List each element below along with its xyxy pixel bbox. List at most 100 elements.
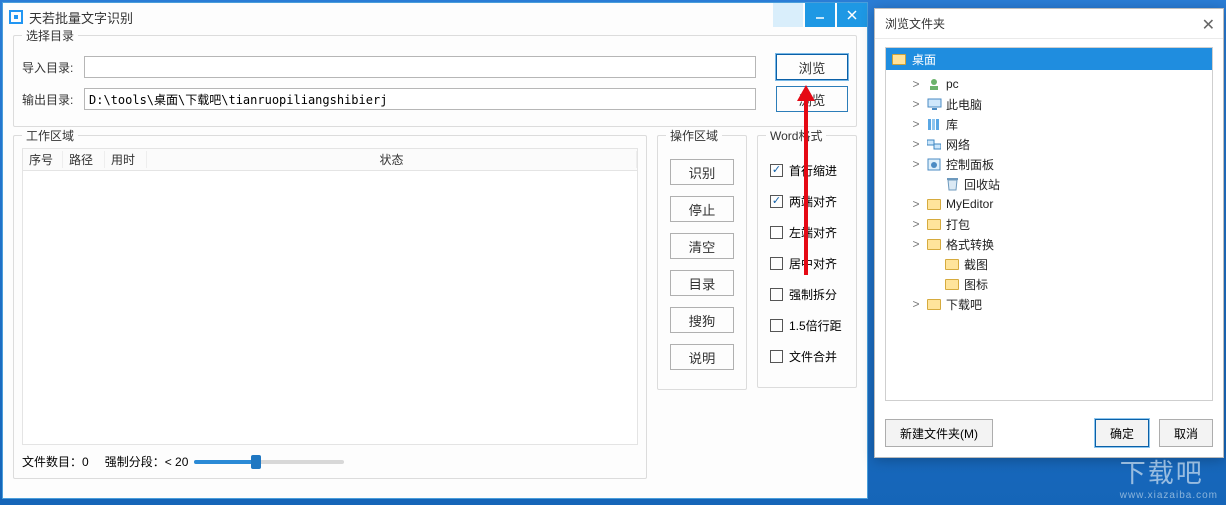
- op-btn-sogou[interactable]: 搜狗: [670, 307, 734, 333]
- window-spacer: [773, 3, 803, 27]
- import-dir-input[interactable]: [84, 56, 756, 78]
- op-legend: 操作区域: [666, 127, 722, 144]
- dialog-title: 浏览文件夹: [885, 15, 945, 32]
- tree-node[interactable]: > 下载吧: [886, 294, 1212, 314]
- word-option-0[interactable]: ✓首行缩进: [770, 162, 844, 179]
- tree-node[interactable]: 回收站: [886, 174, 1212, 194]
- network-icon: [926, 137, 942, 151]
- op-btn-dir[interactable]: 目录: [670, 270, 734, 296]
- browse-output-button[interactable]: 浏览: [776, 86, 848, 112]
- checkbox-icon[interactable]: ✓: [770, 164, 783, 177]
- folder-icon: [892, 54, 906, 65]
- cancel-button[interactable]: 取消: [1159, 419, 1213, 447]
- twisty-icon[interactable]: >: [910, 117, 922, 131]
- force-seg-slider[interactable]: [194, 460, 344, 464]
- tree-root-label: 桌面: [912, 51, 936, 68]
- word-group: Word格式 ✓首行缩进✓两端对齐左端对齐居中对齐强制拆分1.5倍行距文件合并: [757, 135, 857, 388]
- tree-node[interactable]: > 控制面板: [886, 154, 1212, 174]
- col-status[interactable]: 状态: [147, 151, 637, 168]
- word-legend: Word格式: [766, 127, 826, 144]
- browse-import-button[interactable]: 浏览: [776, 54, 848, 80]
- twisty-icon[interactable]: >: [910, 217, 922, 231]
- new-folder-button[interactable]: 新建文件夹(M): [885, 419, 993, 447]
- tree-node-label: 控制面板: [946, 156, 994, 173]
- tree-node[interactable]: 截图: [886, 254, 1212, 274]
- browse-dialog: 浏览文件夹 ✕ 桌面 >pc>此电脑>库>网络>控制面板回收站>MyEditor…: [874, 8, 1224, 458]
- folder-tree[interactable]: 桌面 >pc>此电脑>库>网络>控制面板回收站>MyEditor>打包>格式转换…: [885, 47, 1213, 401]
- file-count-label: 文件数目：0: [22, 453, 89, 470]
- title-bar: 天若批量文字识别: [3, 3, 867, 31]
- tree-node[interactable]: > 打包: [886, 214, 1212, 234]
- twisty-icon[interactable]: >: [910, 297, 922, 311]
- twisty-icon[interactable]: >: [910, 77, 922, 91]
- word-option-label: 左端对齐: [789, 224, 837, 241]
- col-path[interactable]: 路径: [63, 151, 105, 168]
- tree-node[interactable]: 图标: [886, 274, 1212, 294]
- force-seg-label: 强制分段：< 20: [105, 453, 189, 470]
- ok-button[interactable]: 确定: [1095, 419, 1149, 447]
- close-button[interactable]: [837, 3, 867, 27]
- tree-node-label: 格式转换: [946, 236, 994, 253]
- tree-node[interactable]: >库: [886, 114, 1212, 134]
- twisty-icon[interactable]: >: [910, 97, 922, 111]
- directory-legend: 选择目录: [22, 27, 78, 44]
- tree-node-label: 网络: [946, 136, 970, 153]
- col-time[interactable]: 用时: [105, 151, 147, 168]
- library-icon: [926, 117, 942, 131]
- tree-node-label: 此电脑: [946, 96, 982, 113]
- word-option-label: 文件合并: [789, 348, 837, 365]
- word-option-4[interactable]: 强制拆分: [770, 286, 844, 303]
- twisty-icon[interactable]: >: [910, 237, 922, 251]
- output-dir-label: 输出目录:: [22, 91, 84, 108]
- tree-node[interactable]: > 网络: [886, 134, 1212, 154]
- work-group: 工作区域 序号 路径 用时 状态 文件数目：0 强制分段：< 20: [13, 135, 647, 479]
- op-btn-clear[interactable]: 清空: [670, 233, 734, 259]
- checkbox-icon[interactable]: [770, 350, 783, 363]
- computer-icon: [926, 97, 942, 111]
- tree-node-label: pc: [946, 77, 959, 91]
- tree-node[interactable]: > pc: [886, 74, 1212, 94]
- output-dir-input[interactable]: [84, 88, 756, 110]
- word-option-label: 强制拆分: [789, 286, 837, 303]
- twisty-icon[interactable]: >: [910, 137, 922, 151]
- app-title: 天若批量文字识别: [29, 8, 133, 27]
- tree-node-label: 回收站: [964, 176, 1000, 193]
- dialog-close-button[interactable]: ✕: [1202, 15, 1215, 35]
- folder-icon: [926, 197, 942, 211]
- tree-node-label: 打包: [946, 216, 970, 233]
- folder-icon: [926, 217, 942, 231]
- op-btn-help[interactable]: 说明: [670, 344, 734, 370]
- user-icon: [926, 77, 942, 91]
- word-option-1[interactable]: ✓两端对齐: [770, 193, 844, 210]
- folder-icon: [926, 237, 942, 251]
- main-window: 天若批量文字识别 选择目录 导入目录: 浏览 输出目录: 浏览: [2, 2, 868, 499]
- tree-node[interactable]: > 此电脑: [886, 94, 1212, 114]
- op-btn-recognize[interactable]: 识别: [670, 159, 734, 185]
- list-body[interactable]: [22, 170, 638, 445]
- checkbox-icon[interactable]: [770, 319, 783, 332]
- tree-node-label: 下载吧: [946, 296, 982, 313]
- checkbox-icon[interactable]: [770, 257, 783, 270]
- folder-icon: [944, 277, 960, 291]
- tree-node[interactable]: >MyEditor: [886, 194, 1212, 214]
- checkbox-icon[interactable]: [770, 288, 783, 301]
- op-group: 操作区域 识别 停止 清空 目录 搜狗 说明: [657, 135, 747, 390]
- recycle-bin-icon: [944, 177, 960, 191]
- minimize-button[interactable]: [805, 3, 835, 27]
- checkbox-icon[interactable]: [770, 226, 783, 239]
- tree-node-label: 图标: [964, 276, 988, 293]
- word-option-5[interactable]: 1.5倍行距: [770, 317, 844, 334]
- twisty-icon[interactable]: >: [910, 197, 922, 211]
- control-panel-icon: [926, 157, 942, 171]
- checkbox-icon[interactable]: ✓: [770, 195, 783, 208]
- word-option-3[interactable]: 居中对齐: [770, 255, 844, 272]
- twisty-icon[interactable]: >: [910, 157, 922, 171]
- word-option-2[interactable]: 左端对齐: [770, 224, 844, 241]
- word-option-6[interactable]: 文件合并: [770, 348, 844, 365]
- watermark: 下载吧 www.xiazaiba.com: [1120, 453, 1218, 501]
- tree-node[interactable]: > 格式转换: [886, 234, 1212, 254]
- tree-root-row[interactable]: 桌面: [886, 48, 1212, 70]
- folder-icon: [944, 257, 960, 271]
- col-index[interactable]: 序号: [23, 151, 63, 168]
- op-btn-stop[interactable]: 停止: [670, 196, 734, 222]
